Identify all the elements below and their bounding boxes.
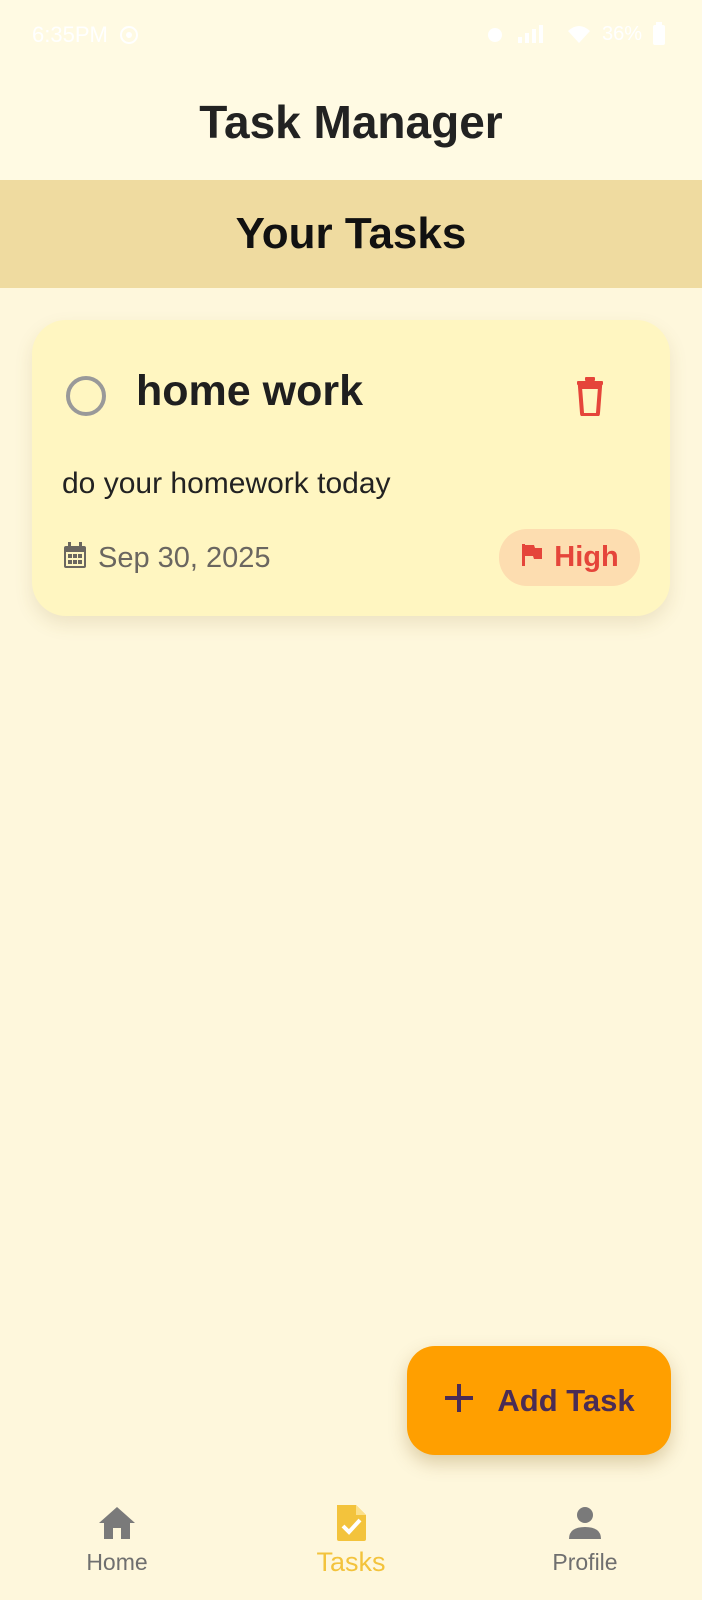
nav-item-profile[interactable]: Profile <box>495 1503 675 1576</box>
nav-label-home: Home <box>86 1549 148 1575</box>
trash-icon <box>573 376 607 421</box>
battery-level: 36% <box>601 22 642 45</box>
nav-label-profile: Profile <box>552 1549 618 1575</box>
section-title: Your Tasks <box>235 209 467 258</box>
nav-label-tasks: Tasks <box>316 1547 386 1577</box>
plus-icon <box>443 1382 475 1419</box>
add-task-label: Add Task <box>497 1382 635 1418</box>
priority-badge: High <box>499 529 640 586</box>
add-task-button[interactable]: Add Task <box>407 1346 671 1455</box>
notification-icon <box>118 24 140 46</box>
task-document-icon <box>334 1503 368 1543</box>
task-date: Sep 30, 2025 <box>98 542 271 574</box>
home-icon <box>97 1503 137 1543</box>
battery-icon <box>652 22 666 46</box>
status-left: 6:35PM <box>32 22 140 48</box>
app-title: Task Manager <box>199 96 503 148</box>
status-time: 6:35PM <box>32 22 108 47</box>
task-description: do your homework today <box>62 467 391 500</box>
calendar-icon <box>62 542 88 575</box>
wifi-icon <box>566 23 592 45</box>
flag-icon <box>520 542 544 573</box>
signal-icon <box>516 23 556 45</box>
nav-item-tasks[interactable]: Tasks <box>261 1503 441 1578</box>
radio-unchecked-icon[interactable] <box>66 376 106 416</box>
delete-task-button[interactable] <box>570 376 610 420</box>
nav-item-home[interactable]: Home <box>27 1503 207 1576</box>
task-date-row: Sep 30, 2025 <box>62 542 271 575</box>
status-right: 36% <box>484 22 666 46</box>
priority-label: High <box>554 541 619 573</box>
app-bar: Task Manager <box>0 70 702 180</box>
task-title: home work <box>136 367 363 415</box>
task-card[interactable]: home work do your homework today Sep 30,… <box>32 320 670 616</box>
bottom-navigation: Home Tasks Profile <box>0 1485 702 1600</box>
section-header: Your Tasks <box>0 180 702 288</box>
alarm-icon <box>484 23 506 45</box>
person-icon <box>567 1503 603 1543</box>
status-bar: 6:35PM 36% <box>0 0 702 70</box>
